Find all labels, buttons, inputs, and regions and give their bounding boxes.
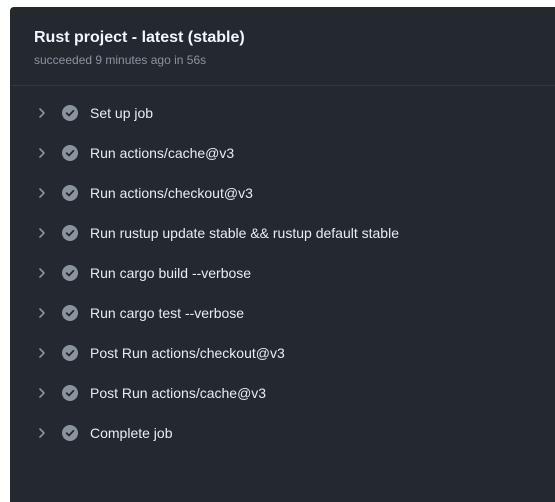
step-row[interactable]: Post Run actions/cache@v3 <box>10 373 555 413</box>
job-title: Rust project - latest (stable) <box>34 29 245 46</box>
chevron-right-icon <box>39 428 45 438</box>
step-label: Run actions/cache@v3 <box>90 145 235 161</box>
job-log-panel: Rust project - latest (stable) succeeded… <box>10 7 555 502</box>
step-row[interactable]: Run rustup update stable && rustup defau… <box>10 213 555 253</box>
check-circle-icon <box>62 345 78 361</box>
chevron-right-icon <box>39 268 45 278</box>
step-label: Set up job <box>90 105 154 121</box>
step-label: Complete job <box>90 425 173 441</box>
check-circle-icon <box>62 305 78 321</box>
chevron-right-icon <box>39 348 45 358</box>
step-label: Run rustup update stable && rustup defau… <box>90 225 399 241</box>
chevron-right-icon <box>39 108 45 118</box>
chevron-right-icon <box>39 388 45 398</box>
step-row[interactable]: Run actions/checkout@v3 <box>10 173 555 213</box>
step-row[interactable]: Post Run actions/checkout@v3 <box>10 333 555 373</box>
check-circle-icon <box>62 145 78 161</box>
check-circle-icon <box>62 225 78 241</box>
job-header: Rust project - latest (stable) succeeded… <box>10 7 555 86</box>
chevron-right-icon <box>39 188 45 198</box>
step-label: Run actions/checkout@v3 <box>90 185 253 201</box>
step-row[interactable]: Run cargo build --verbose <box>10 253 555 293</box>
chevron-right-icon <box>39 148 45 158</box>
step-row[interactable]: Run actions/cache@v3 <box>10 133 555 173</box>
step-label: Run cargo build --verbose <box>90 265 252 281</box>
steps-list: Set up job Run actions/cache@v3 Run acti… <box>10 93 555 453</box>
check-circle-icon <box>62 105 78 121</box>
step-row[interactable]: Set up job <box>10 93 555 133</box>
step-label: Run cargo test --verbose <box>90 305 245 321</box>
step-label: Post Run actions/cache@v3 <box>90 385 267 401</box>
check-circle-icon <box>62 385 78 401</box>
check-circle-icon <box>62 425 78 441</box>
step-row[interactable]: Complete job <box>10 413 555 453</box>
check-circle-icon <box>62 265 78 281</box>
chevron-right-icon <box>39 228 45 238</box>
job-status-line: succeeded 9 minutes ago in 56s <box>34 53 207 67</box>
check-circle-icon <box>62 185 78 201</box>
step-label: Post Run actions/checkout@v3 <box>90 345 285 361</box>
chevron-right-icon <box>39 308 45 318</box>
step-row[interactable]: Run cargo test --verbose <box>10 293 555 333</box>
